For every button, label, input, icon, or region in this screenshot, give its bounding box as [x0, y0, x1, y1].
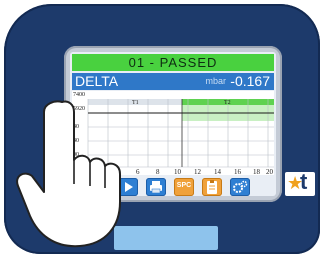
logo-letter: t [300, 169, 308, 194]
settings-icon [233, 180, 248, 193]
reading-label: DELTA [75, 73, 119, 89]
reading-unit: mbar [205, 76, 226, 86]
printer-icon [150, 181, 162, 194]
phase-label-t2: T2 [224, 100, 231, 106]
report-button[interactable] [202, 178, 222, 196]
spc-icon: SPC [176, 182, 192, 189]
x-tick-label: 20 [266, 168, 273, 176]
test-status-text: 01 - PASSED [128, 55, 218, 70]
x-tick-label: 12 [194, 168, 201, 176]
x-tick-label: 16 [234, 168, 241, 176]
print-button[interactable] [146, 178, 166, 196]
pointing-hand-icon [16, 100, 121, 248]
x-tick-label: 6 [136, 168, 140, 176]
spc-button[interactable]: SPC [174, 178, 194, 196]
star-t-logo: ★ t [285, 169, 315, 196]
reading-bar: DELTA mbar -0.167 [72, 73, 274, 90]
settings-button[interactable] [230, 178, 250, 196]
x-tick-label: 10 [174, 168, 181, 176]
x-tick-label: 14 [214, 168, 221, 176]
x-tick-label: 8 [156, 168, 160, 176]
clipboard-icon [207, 180, 217, 194]
test-status-bar: 01 - PASSED [72, 54, 274, 71]
x-tick-label: 18 [253, 168, 260, 176]
phase-label-t1: T1 [132, 100, 139, 106]
reading-value: -0.167 [230, 73, 270, 89]
